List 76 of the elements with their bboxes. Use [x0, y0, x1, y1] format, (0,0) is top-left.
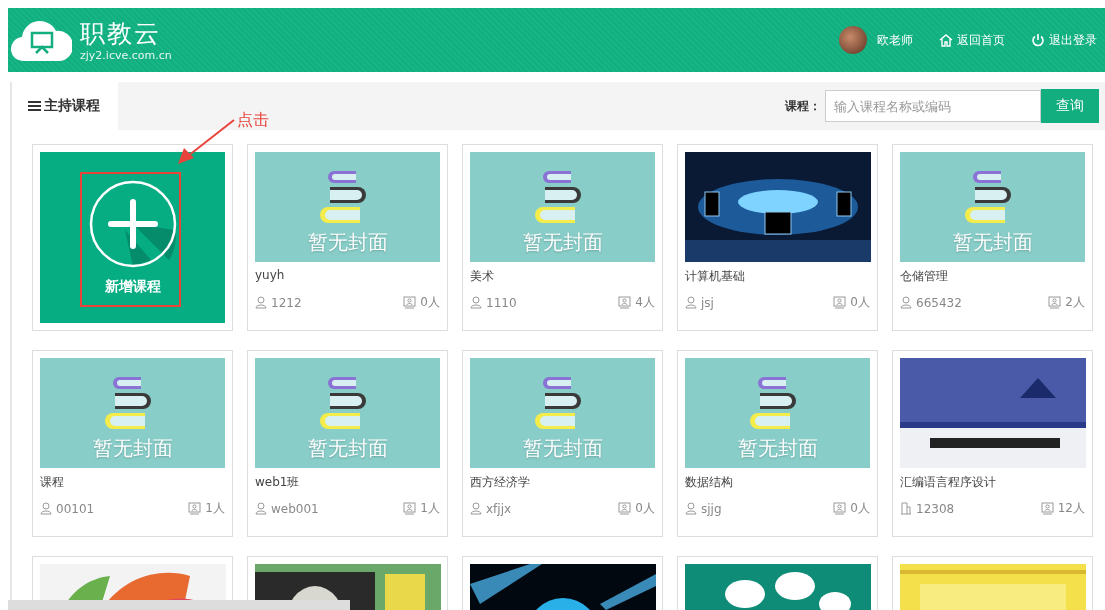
student-icon — [618, 502, 632, 515]
student-count: 12人 — [1057, 500, 1085, 517]
plus-circle-icon — [88, 179, 177, 268]
student-icon — [833, 296, 847, 309]
course-card[interactable]: 暂无封面 仓储管理 665432 2人 — [892, 144, 1093, 331]
list-icon — [28, 101, 41, 111]
person-icon — [470, 296, 482, 309]
student-count: 0人 — [850, 294, 870, 311]
student-icon — [618, 296, 632, 309]
course-card[interactable]: 暂无封面 西方经济学 xfjjx 0人 — [462, 350, 663, 537]
course-title: 美术 — [470, 268, 495, 284]
user-avatar[interactable] — [839, 26, 867, 54]
course-card[interactable] — [247, 556, 448, 610]
student-icon — [403, 502, 417, 515]
course-card[interactable]: 计算机基础 jsj 0人 — [677, 144, 878, 331]
student-icon — [1048, 296, 1062, 309]
course-code: jsj — [701, 295, 714, 310]
course-card[interactable]: 暂无封面 yuyh 1212 0人 — [247, 144, 448, 331]
person-icon — [685, 296, 697, 309]
home-icon — [939, 33, 953, 47]
course-title: 西方经济学 — [470, 474, 531, 490]
person-icon — [900, 296, 912, 309]
course-card[interactable]: 暂无封面 web1班 web001 1人 — [247, 350, 448, 537]
student-icon — [833, 502, 847, 515]
no-cover-text: 暂无封面 — [307, 229, 388, 256]
course-code: 1110 — [486, 295, 517, 310]
course-card[interactable]: 暂无封面 美术 1110 4人 — [462, 144, 663, 331]
course-card[interactable]: 暂无封面 课程 00101 1人 — [32, 350, 233, 537]
course-code: 665432 — [916, 295, 962, 310]
student-count: 1人 — [420, 500, 440, 517]
no-cover-text: 暂无封面 — [522, 435, 603, 462]
person-icon — [255, 502, 267, 515]
annotation-note: 点击 — [237, 110, 269, 131]
no-cover-text: 暂无封面 — [522, 229, 603, 256]
student-count: 4人 — [635, 294, 655, 311]
course-card[interactable] — [462, 556, 663, 610]
search-label: 课程： — [785, 97, 821, 115]
logo-subtitle: zjy2.icve.com.cn — [80, 48, 172, 62]
no-cover-text: 暂无封面 — [307, 435, 388, 462]
student-count: 2人 — [1065, 294, 1085, 311]
course-card[interactable]: 汇编语言程序设计 12308 12人 — [892, 350, 1093, 537]
power-icon — [1031, 33, 1045, 47]
course-code: 1212 — [271, 295, 302, 310]
course-title: 课程 — [40, 474, 65, 490]
course-title: 数据结构 — [685, 474, 734, 490]
search-field[interactable]: 输入课程名称或编码 — [825, 90, 1041, 122]
course-title: web1班 — [255, 474, 301, 490]
course-title: 仓储管理 — [900, 268, 949, 284]
course-title: 计算机基础 — [685, 268, 746, 284]
course-code: web001 — [271, 501, 319, 516]
person-icon — [685, 502, 697, 515]
course-card[interactable]: 暂无封面 数据结构 sjjg 0人 — [677, 350, 878, 537]
student-icon — [188, 502, 202, 515]
no-cover-text: 暂无封面 — [737, 435, 818, 462]
student-count: 0人 — [850, 500, 870, 517]
tab[interactable]: 主持课程 — [12, 82, 118, 130]
pointer-arrow — [176, 118, 236, 166]
course-title: 汇编语言程序设计 — [900, 474, 997, 490]
person-icon — [40, 502, 52, 515]
no-cover-text: 暂无封面 — [952, 229, 1033, 256]
student-count: 1人 — [205, 500, 225, 517]
logo-title: 职教云 — [80, 18, 162, 49]
course-code: sjjg — [701, 501, 722, 516]
add-course-label: 新增课程 — [104, 277, 161, 296]
course-title: yuyh — [255, 268, 286, 284]
course-code: 00101 — [56, 501, 95, 516]
person-icon — [255, 296, 267, 309]
no-cover-text: 暂无封面 — [92, 435, 173, 462]
person-icon — [470, 502, 482, 515]
building-icon — [900, 502, 912, 515]
course-code: xfjjx — [486, 501, 512, 516]
student-icon — [1040, 502, 1054, 515]
student-count: 0人 — [420, 294, 440, 311]
course-code: 12308 — [916, 501, 955, 516]
student-count: 0人 — [635, 500, 655, 517]
student-icon — [403, 296, 417, 309]
